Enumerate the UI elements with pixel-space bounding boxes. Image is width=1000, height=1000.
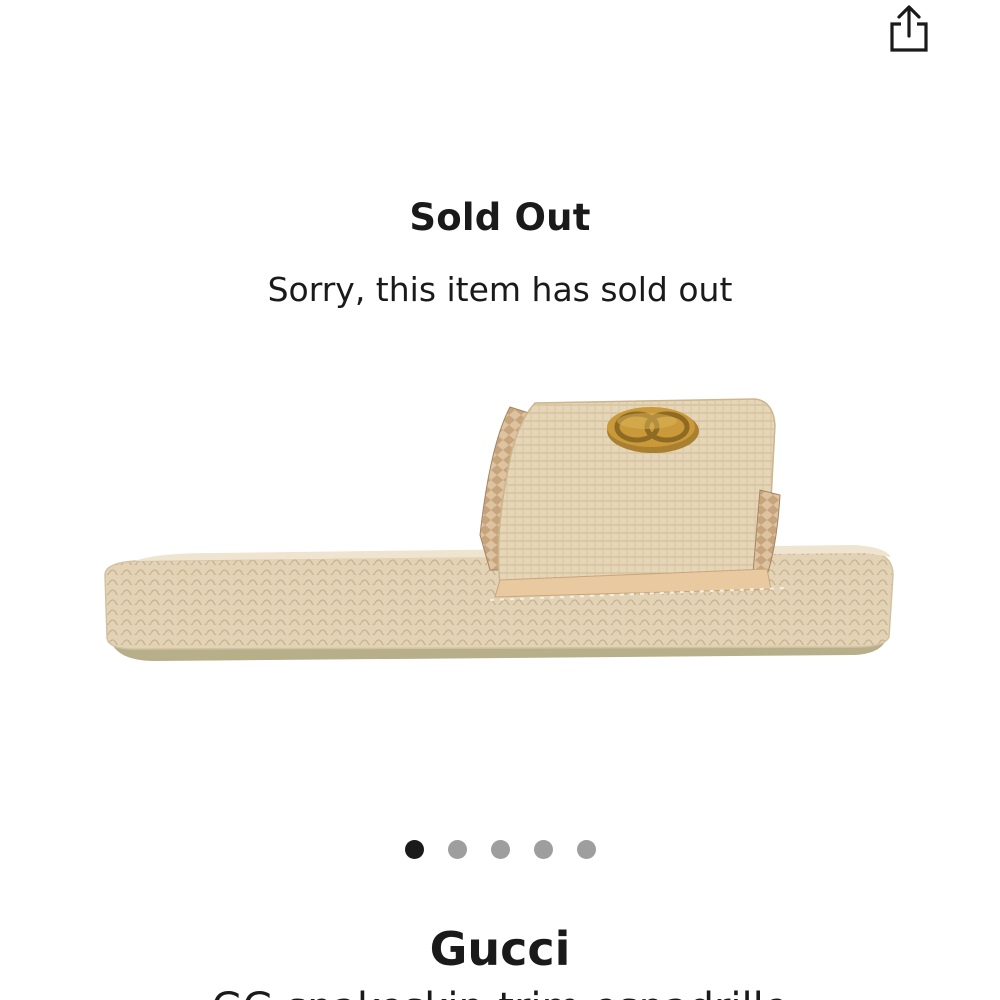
- pagination-dot[interactable]: [533, 840, 553, 859]
- image-pagination: [0, 840, 1000, 859]
- sold-out-title: Sold Out: [409, 196, 591, 239]
- sandal-illustration: [104, 398, 894, 661]
- share-button[interactable]: [880, 0, 938, 56]
- pagination-dot[interactable]: [447, 840, 467, 859]
- product-page: Sold Out Sorry, this item has sold out G…: [0, 0, 1000, 1000]
- pagination-dot[interactable]: [490, 840, 510, 859]
- product-name: GG snakeskin-trim espadrille: [0, 985, 1000, 1000]
- pagination-dot[interactable]: [576, 840, 596, 859]
- product-image[interactable]: [95, 385, 905, 675]
- pagination-dot[interactable]: [404, 840, 424, 859]
- brand-name: Gucci: [429, 922, 571, 976]
- sold-out-message: Sorry, this item has sold out: [267, 270, 733, 309]
- share-icon: [890, 5, 928, 52]
